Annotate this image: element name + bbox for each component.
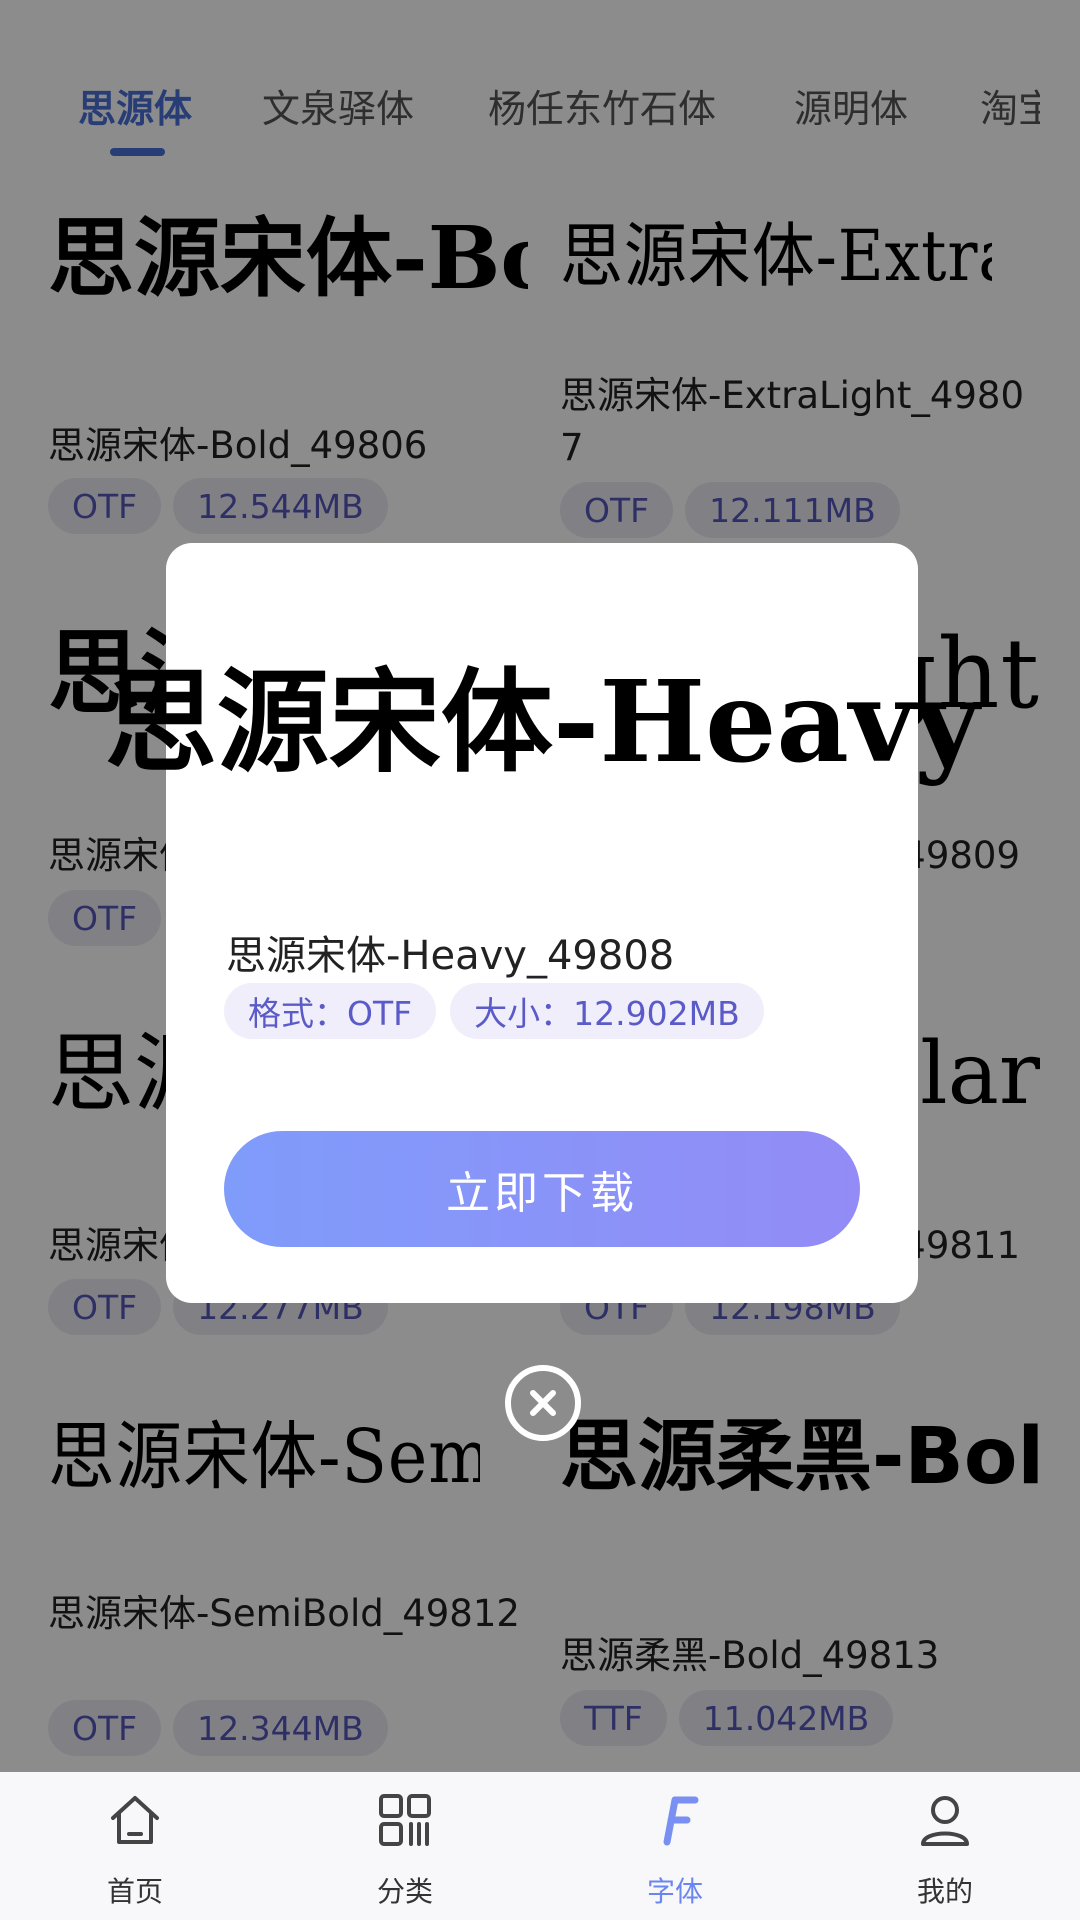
dialog-format-badge: 格式：OTF bbox=[224, 983, 437, 1039]
close-dialog-button[interactable] bbox=[505, 1365, 581, 1441]
home-icon bbox=[111, 1796, 159, 1844]
nav-home-label: 首页 bbox=[106, 1875, 163, 1908]
nav-home[interactable]: 首页 bbox=[0, 1772, 270, 1920]
close-icon bbox=[530, 1390, 556, 1416]
dialog-font-name: 思源宋体-Heavy_49808 bbox=[226, 933, 675, 979]
profile-icon bbox=[921, 1796, 969, 1846]
dialog-chips: 格式：OTF 大小：12.902MB bbox=[224, 983, 764, 1039]
nav-profile[interactable]: 我的 bbox=[810, 1772, 1080, 1920]
nav-category-label: 分类 bbox=[376, 1875, 433, 1908]
font-icon bbox=[663, 1796, 699, 1846]
download-now-button[interactable]: 立即下载 bbox=[224, 1131, 860, 1247]
dialog-font-preview: 思源宋体-Heavy bbox=[104, 657, 980, 788]
nav-category[interactable]: 分类 bbox=[270, 1772, 540, 1920]
category-icon bbox=[379, 1794, 431, 1846]
nav-fonts-label: 字体 bbox=[646, 1875, 703, 1908]
nav-profile-label: 我的 bbox=[916, 1875, 973, 1908]
dialog-size-badge: 大小：12.902MB bbox=[450, 983, 764, 1039]
nav-fonts[interactable]: 字体 bbox=[540, 1772, 810, 1920]
bottom-navigation: 首页 分类 字体 我的 bbox=[0, 1772, 1080, 1920]
font-download-dialog: 思源宋体-Heavy 思源宋体-Heavy_49808 格式：OTF 大小：12… bbox=[104, 543, 980, 1303]
